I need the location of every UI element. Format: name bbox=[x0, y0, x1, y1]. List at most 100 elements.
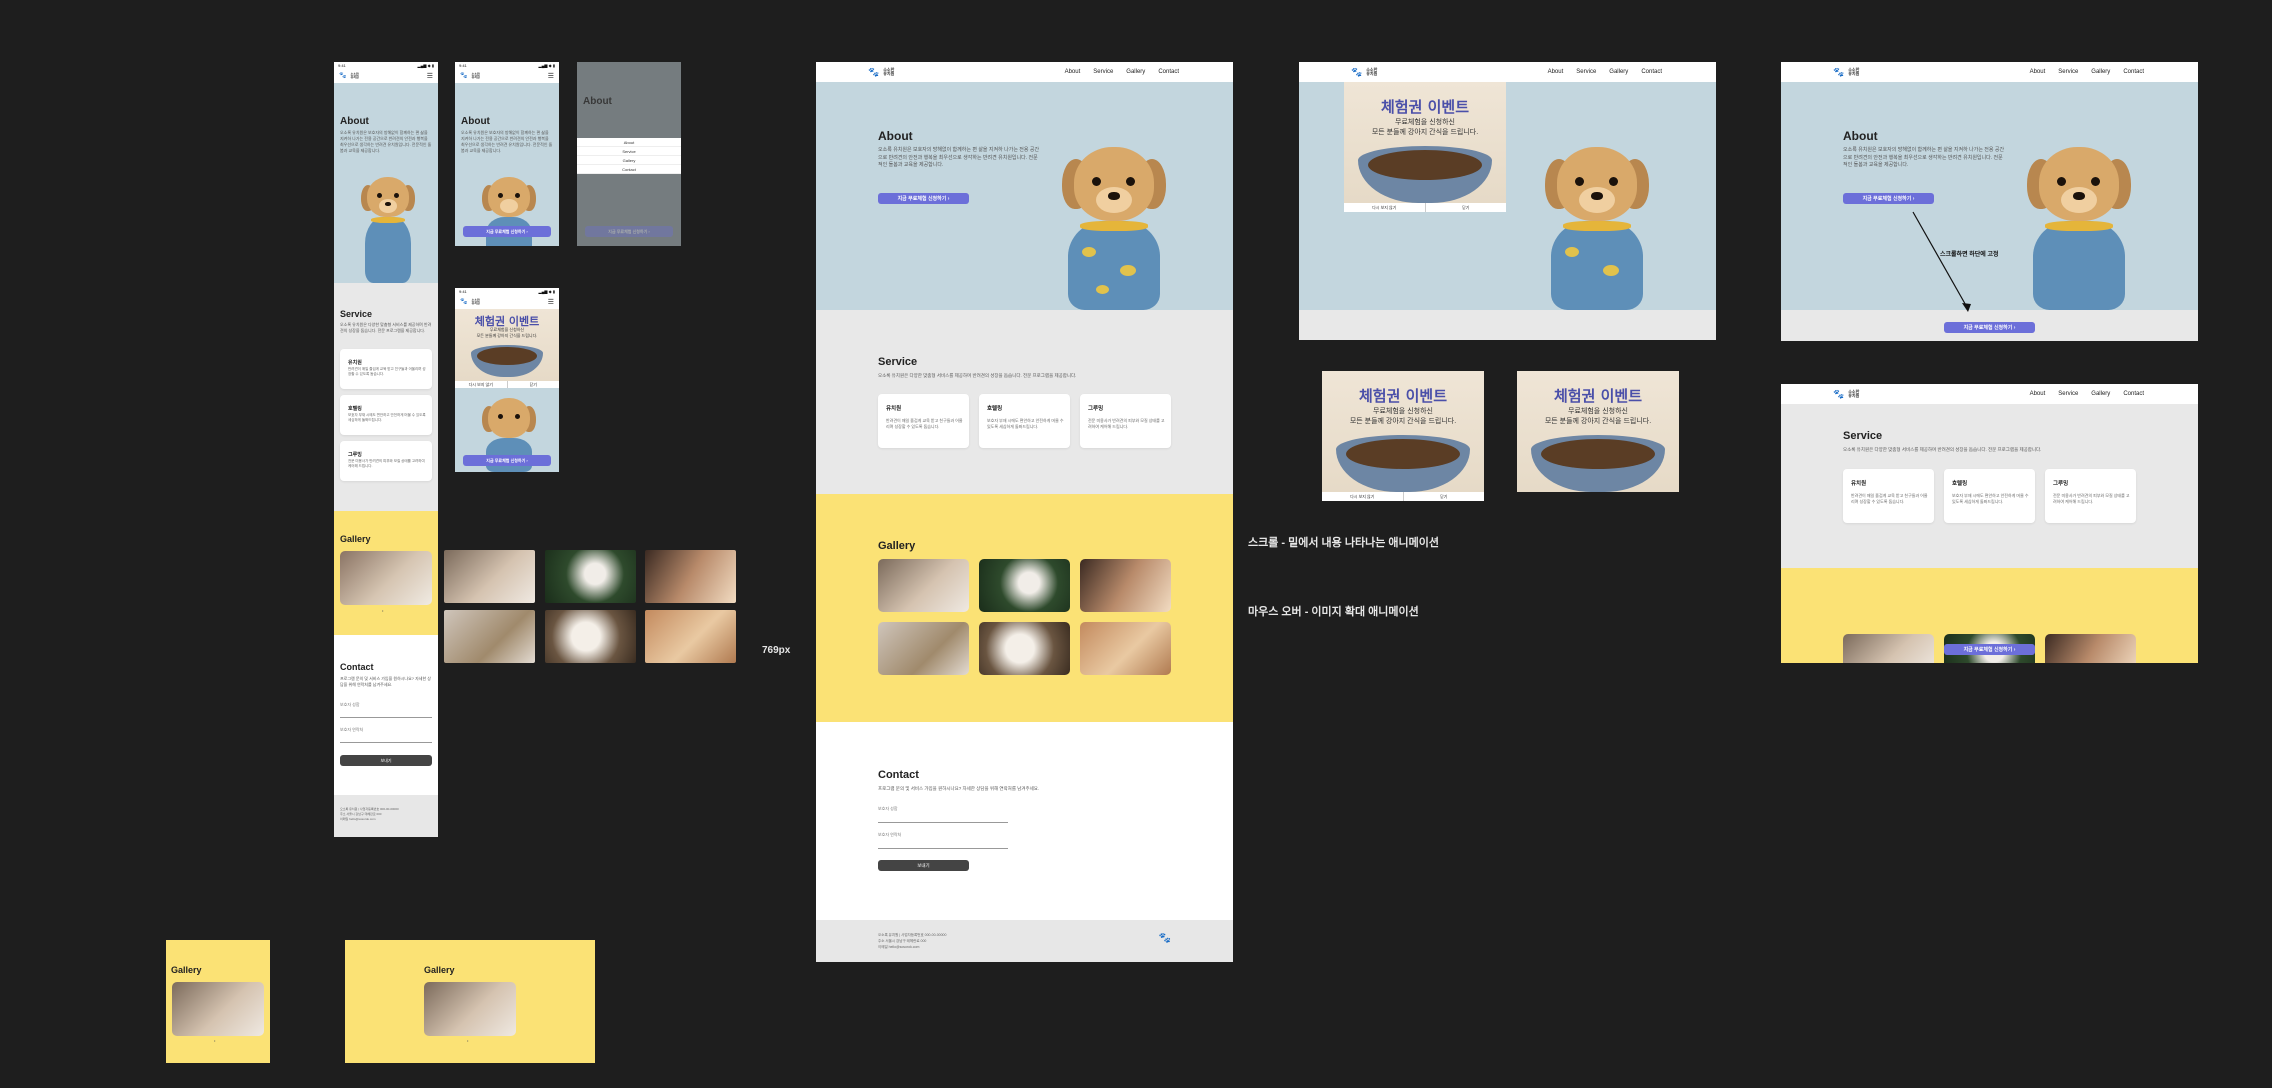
desktop-scroll-service-frame: 🐾 소소한 유치원 About Service Gallery Contact Se… bbox=[1781, 384, 2198, 663]
dog-image bbox=[1539, 147, 1655, 310]
name-input[interactable] bbox=[340, 717, 432, 718]
sticky-cta-button[interactable]: 지금 무료체험 신청하기 › bbox=[585, 226, 673, 237]
hero-title: About bbox=[878, 129, 913, 143]
hamburger-menu-icon[interactable]: ☰ bbox=[548, 298, 554, 306]
phone-input[interactable] bbox=[878, 848, 1008, 849]
submit-button[interactable]: 보내기 bbox=[340, 755, 432, 766]
gallery-thumb-2[interactable] bbox=[545, 550, 636, 603]
sticky-cta-button[interactable]: 지금 무료체험 신청하기 › bbox=[463, 455, 551, 466]
sticky-cta-button[interactable]: 지금 무료체험 신청하기 › bbox=[1944, 322, 2035, 333]
service-card-hotel[interactable]: 호텔링 보호자 부재 시에도 편안하고 안전하게 머물 수 있도록 세심하게 돌봐… bbox=[979, 394, 1070, 448]
name-label: 보호자 성함 bbox=[340, 702, 360, 707]
gallery-thumb-4[interactable] bbox=[444, 610, 535, 663]
service-card-kindergarten[interactable]: 유치원 반려견이 매일 즐겁게 교육 받고 친구들과 어울리며 성장할 수 있도록… bbox=[340, 349, 432, 389]
gallery-photo[interactable] bbox=[424, 982, 516, 1036]
gallery-photo-1[interactable] bbox=[1843, 634, 1934, 663]
hamburger-menu-icon[interactable]: ☰ bbox=[427, 72, 433, 80]
service-subtitle: 오소록 유치원은 다양한 맞춤형 서비스를 제공하며 반려견의 성장을 돕습니다… bbox=[878, 373, 1077, 378]
gallery-photo-2[interactable] bbox=[979, 559, 1070, 612]
mobile-navbar: 🐾 소소한 유치원 ☰ bbox=[455, 69, 559, 83]
gallery-photo-3[interactable] bbox=[1080, 559, 1171, 612]
gallery-photo-5[interactable] bbox=[979, 622, 1070, 675]
nav-service[interactable]: Service bbox=[2058, 391, 2078, 397]
mobile-menu-open-frame: About About Service Gallery Contact 지금 무… bbox=[577, 62, 681, 246]
carousel-dots[interactable]: • bbox=[214, 1038, 215, 1043]
gallery-photo[interactable] bbox=[172, 982, 264, 1036]
desktop-footer: 오소록 유치원 | 사업자등록번호 000-00-00000 주소 서울시 강남… bbox=[816, 920, 1233, 962]
name-input[interactable] bbox=[878, 822, 1008, 823]
brand-logo[interactable]: 🐾 소소한 유치원 bbox=[460, 299, 480, 306]
brand-logo[interactable]: 🐾 소소한 유치원 bbox=[1351, 67, 1377, 77]
service-card-kindergarten[interactable]: 유치원 반려견이 매일 즐겁게 교육 받고 친구들과 어울리며 성장할 수 있도록… bbox=[1843, 469, 1934, 523]
nav-service[interactable]: Service bbox=[1576, 69, 1596, 75]
brand-logo[interactable]: 🐾 소소한 유치원 bbox=[868, 66, 894, 77]
hamburger-menu-icon[interactable]: ☰ bbox=[548, 72, 554, 80]
submit-button[interactable]: 보내기 bbox=[878, 860, 969, 871]
gallery-title: Gallery bbox=[171, 965, 202, 975]
carousel-dots[interactable]: • bbox=[382, 608, 388, 613]
close-popup-button[interactable]: 닫기 bbox=[1404, 492, 1485, 501]
hover-animation-note: 마우스 오버 - 이미지 확대 애니메이션 bbox=[1248, 606, 1419, 618]
nav-about[interactable]: About bbox=[1548, 69, 1564, 75]
menu-item-gallery[interactable]: Gallery bbox=[577, 156, 681, 165]
brand-logo[interactable]: 🐾 소소한 유치원 bbox=[1833, 389, 1859, 399]
mobile-navbar: 🐾 소소한 유치원 ☰ bbox=[455, 295, 559, 309]
desktop-navbar: 🐾 소소한 유치원 About Service Gallery Contact bbox=[1781, 384, 2198, 404]
phone-label: 보호자 연락처 bbox=[878, 832, 902, 837]
event-popup-variant-1: 체험권 이벤트 무료체험을 신청하신 모든 분들께 강아지 간식을 드립니다. bbox=[1322, 371, 1484, 492]
gallery-thumb-6[interactable] bbox=[645, 610, 736, 663]
close-popup-button[interactable]: 닫기 bbox=[1426, 203, 1507, 212]
gallery-photo-4[interactable] bbox=[878, 622, 969, 675]
service-card-grooming[interactable]: 그루밍 전문 미용사가 반려견의 피부와 모질 상태를 고려하여 케어해 드립니다… bbox=[1080, 394, 1171, 448]
service-card-kindergarten[interactable]: 유치원 반려견이 매일 즐겁게 교육 받고 친구들과 어울리며 성장할 수 있도록… bbox=[878, 394, 969, 448]
nav-about[interactable]: About bbox=[1065, 69, 1081, 75]
mobile-menu-list: About Service Gallery Contact bbox=[577, 138, 681, 174]
annotation-fixed-note: 스크롤하면 하단에 고정 bbox=[1940, 252, 1999, 258]
event-popup: 체험권 이벤트 무료체험을 신청하신 모든 분들께 강아지 간식을 드립니다. bbox=[455, 309, 559, 381]
paw-icon: 🐾 bbox=[868, 66, 880, 77]
gallery-photo-1[interactable] bbox=[878, 559, 969, 612]
nav-gallery[interactable]: Gallery bbox=[1126, 69, 1145, 75]
event-popup: 체험권 이벤트 무료체험을 신청하신 모든 분들께 강아지 간식을 드립니다. bbox=[1344, 82, 1506, 203]
dont-show-again-button[interactable]: 다시 보지 않기 bbox=[1344, 203, 1426, 212]
desktop-full-page-frame: 🐾 소소한 유치원 About Service Gallery Contact Ab… bbox=[816, 62, 1233, 962]
brand-logo[interactable]: 🐾 소소한 유치원 bbox=[460, 73, 480, 80]
gallery-thumb-5[interactable] bbox=[545, 610, 636, 663]
service-card-hotel[interactable]: 호텔링 보호자 부재 시에도 편안하고 안전하게 머물 수 있도록 세심하게 돌봐… bbox=[1944, 469, 2035, 523]
service-section-peek bbox=[1299, 310, 1716, 340]
menu-item-contact[interactable]: Contact bbox=[577, 165, 681, 174]
nav-gallery[interactable]: Gallery bbox=[2091, 391, 2110, 397]
dont-show-again-button[interactable]: 다시 보지 않기 bbox=[1322, 492, 1404, 501]
brand-logo[interactable]: 🐾 소소한 유치원 bbox=[339, 73, 359, 80]
dog-image bbox=[358, 177, 418, 283]
gallery-photo-3[interactable] bbox=[2045, 634, 2136, 663]
service-card-grooming[interactable]: 그루밍 전문 미용사가 반려견의 피부와 모질 상태를 고려하여 케어해 드립니다… bbox=[340, 441, 432, 481]
service-card-grooming[interactable]: 그루밍 전문 미용사가 반려견의 피부와 모질 상태를 고려하여 케어해 드립니다… bbox=[2045, 469, 2136, 523]
free-trial-cta-button[interactable]: 지금 무료체험 신청하기 › bbox=[878, 193, 969, 204]
scroll-animation-note: 스크롤 - 밑에서 내용 나타나는 애니메이션 bbox=[1248, 537, 1439, 549]
popup-buttons: 다시 보지 않기 닫기 bbox=[1344, 203, 1506, 212]
carousel-dots[interactable]: • bbox=[467, 1038, 468, 1043]
service-card-hotel[interactable]: 호텔링 보호자 부재 시에도 편안하고 안전하게 머물 수 있도록 세심하게 돌봐… bbox=[340, 395, 432, 435]
mobile-sticky-cta-frame: 9:41 ▂▄▆ ◆ ▮ 🐾 소소한 유치원 ☰ About 오소록 유치원은 보호자… bbox=[455, 62, 559, 246]
nav-about[interactable]: About bbox=[2030, 391, 2046, 397]
gallery-thumb-3[interactable] bbox=[645, 550, 736, 603]
close-popup-button[interactable]: 닫기 bbox=[508, 381, 560, 388]
gallery-photo[interactable] bbox=[340, 551, 432, 605]
phone-input[interactable] bbox=[340, 742, 432, 743]
nav-contact[interactable]: Contact bbox=[1158, 69, 1179, 75]
service-subtitle: 오소록 유치원은 다양한 맞춤형 서비스를 제공하며 반려견의 성장을 돕습니다… bbox=[1843, 447, 2042, 452]
nav-gallery[interactable]: Gallery bbox=[1609, 69, 1628, 75]
nav-service[interactable]: Service bbox=[1093, 69, 1113, 75]
status-bar: 9:41 ▂▄▆ ◆ ▮ bbox=[455, 62, 559, 69]
gallery-photo-6[interactable] bbox=[1080, 622, 1171, 675]
status-bar: 9:41 ▂▄▆ ◆ ▮ bbox=[334, 62, 438, 69]
menu-item-service[interactable]: Service bbox=[577, 147, 681, 156]
sticky-cta-button[interactable]: 지금 무료체험 신청하기 › bbox=[1944, 644, 2035, 655]
sticky-cta-button[interactable]: 지금 무료체험 신청하기 › bbox=[463, 226, 551, 237]
menu-item-about[interactable]: About bbox=[577, 138, 681, 147]
nav-contact[interactable]: Contact bbox=[1641, 69, 1662, 75]
nav-contact[interactable]: Contact bbox=[2123, 391, 2144, 397]
gallery-thumb-1[interactable] bbox=[444, 550, 535, 603]
dont-show-again-button[interactable]: 다시 보지 않기 bbox=[455, 381, 508, 388]
